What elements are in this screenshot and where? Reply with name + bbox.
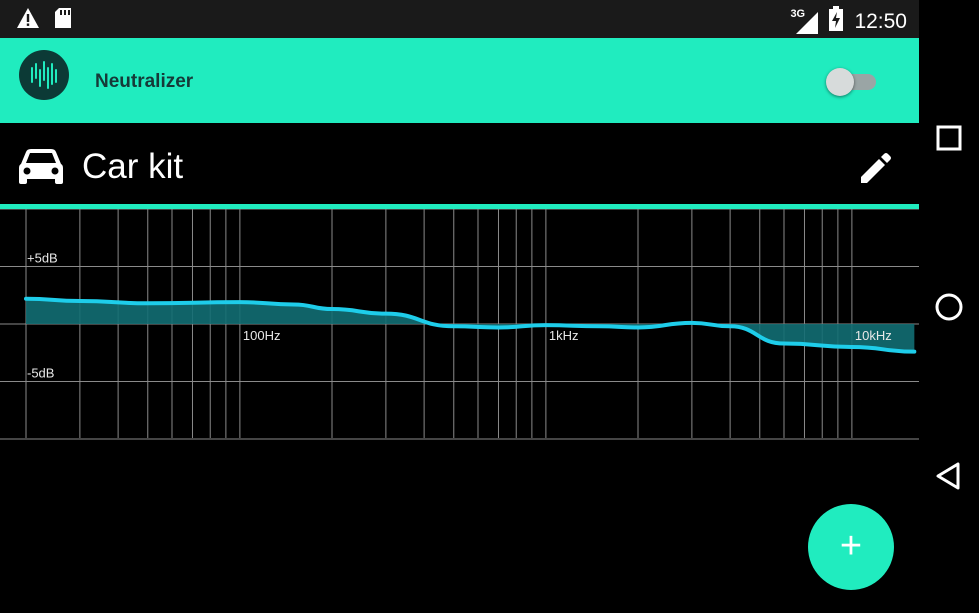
toggle-thumb: [826, 68, 854, 96]
db-tick-label: +5dB: [27, 251, 58, 266]
circle-icon: [935, 293, 963, 321]
db-tick-label: -5dB: [27, 366, 54, 381]
recents-button[interactable]: [929, 118, 969, 158]
pencil-icon: [861, 153, 891, 183]
app-bar: Neutralizer: [0, 38, 919, 123]
back-button[interactable]: [929, 456, 969, 496]
profile-header: Car kit: [0, 123, 919, 205]
neutralizer-toggle[interactable]: [826, 68, 878, 96]
add-band-button[interactable]: +: [808, 504, 894, 590]
freq-tick-label: 10kHz: [855, 328, 892, 343]
square-icon: [936, 125, 962, 151]
freq-tick-label: 1kHz: [549, 328, 579, 343]
signal-icon: 3G: [790, 7, 819, 34]
car-icon: [18, 148, 64, 191]
sd-card-icon: [54, 7, 72, 34]
eq-graph[interactable]: 100Hz 1kHz 10kHz +5dB -5dB: [0, 209, 919, 509]
network-type: 3G: [790, 7, 806, 20]
status-bar: 3G 12:50: [0, 0, 919, 38]
profile-name: Car kit: [82, 147, 184, 186]
back-triangle-icon: [936, 462, 960, 490]
clock: 12:50: [854, 9, 907, 33]
plus-icon: +: [839, 525, 863, 567]
battery-charging-icon: [828, 6, 844, 37]
equalizer-logo-icon: [31, 61, 57, 89]
freq-tick-label: 100Hz: [243, 328, 281, 343]
navigation-bar: [919, 0, 979, 613]
app-title: Neutralizer: [95, 71, 194, 92]
app-logo: [19, 50, 69, 100]
home-button[interactable]: [929, 287, 969, 327]
warning-icon: [16, 7, 40, 34]
edit-button[interactable]: [856, 148, 896, 188]
